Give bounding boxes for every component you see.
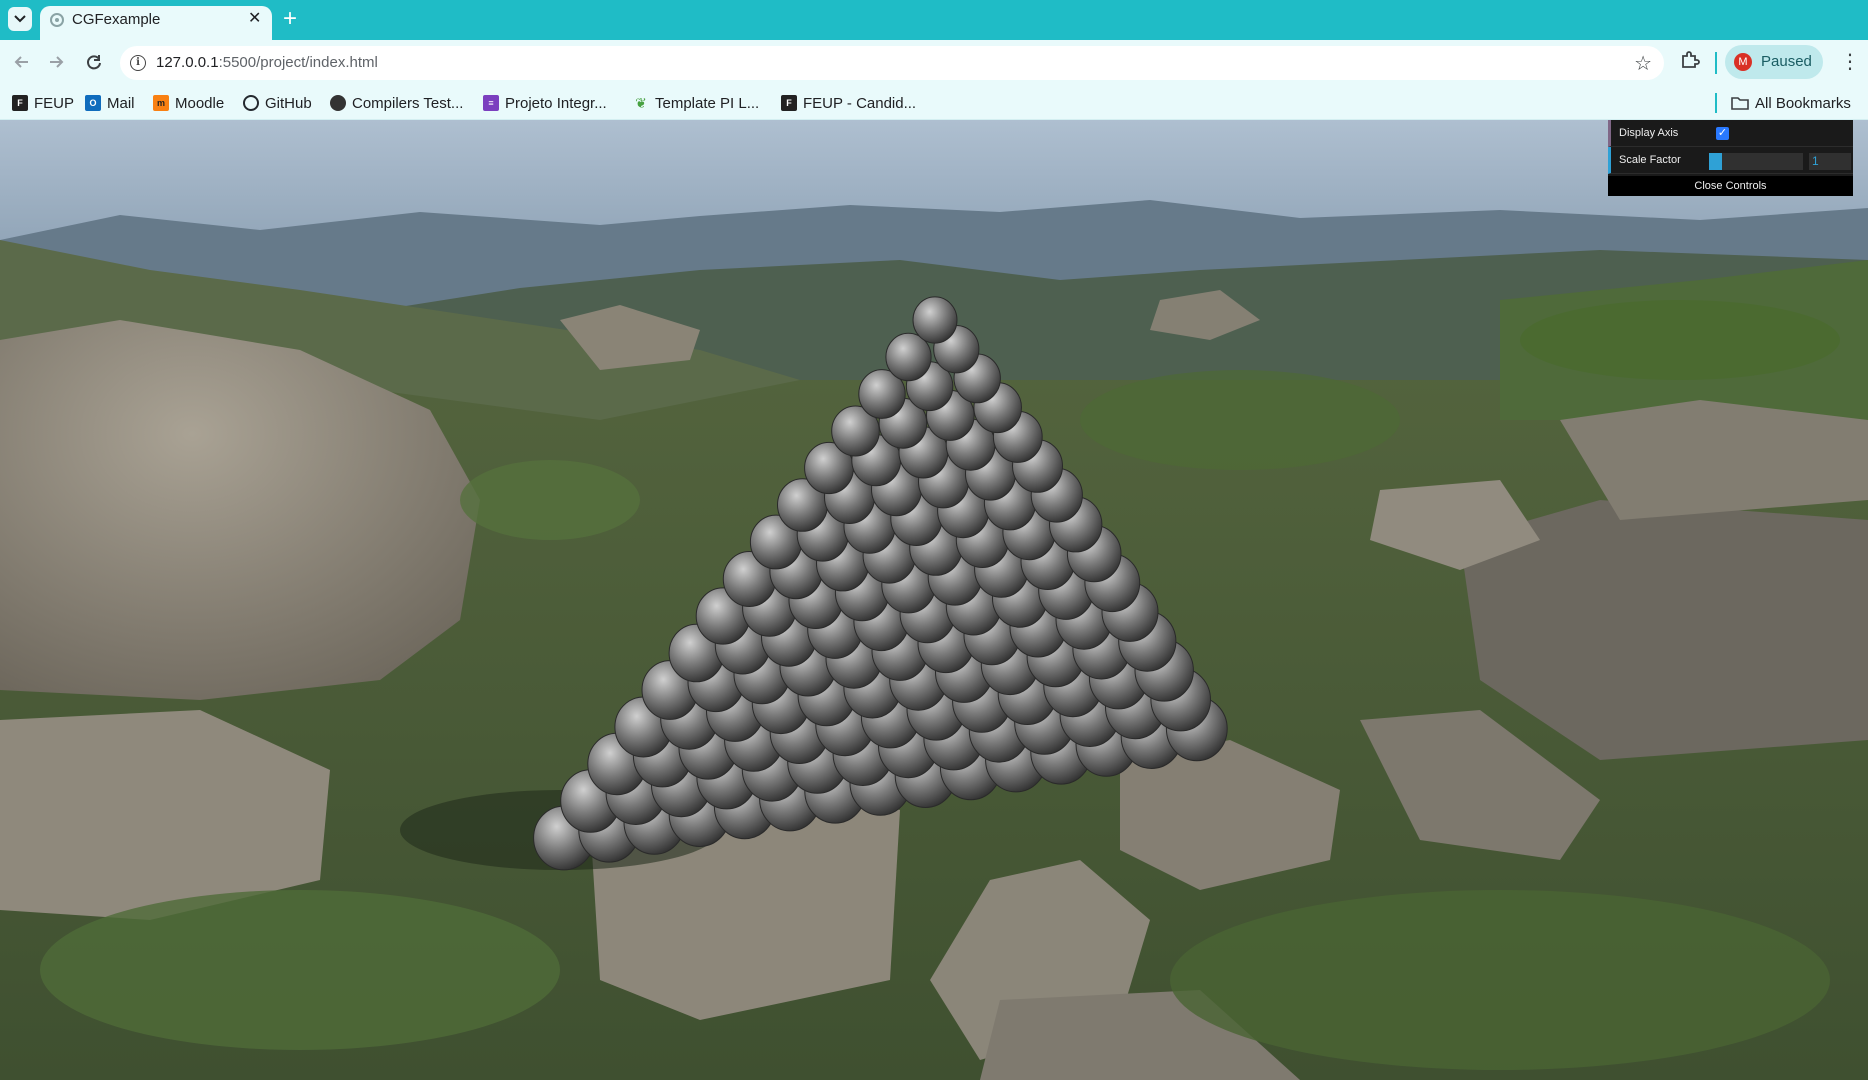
chevron-down-icon <box>14 15 26 23</box>
bookmarks-divider <box>1715 93 1717 113</box>
feup-logo-icon: F <box>781 95 797 111</box>
bookmark-feup[interactable]: F FEUP <box>12 93 74 113</box>
overleaf-icon: ❦ <box>633 95 649 111</box>
forward-arrow-icon[interactable] <box>46 52 66 76</box>
scale-factor-label: Scale Factor <box>1619 154 1681 166</box>
toolbar: i 127.0.0.1:5500/project/index.html ☆ M … <box>0 40 1868 86</box>
globe-icon <box>50 13 64 27</box>
close-icon[interactable]: ✕ <box>248 9 261 29</box>
bookmark-compilers[interactable]: Compilers Test... <box>330 93 463 113</box>
tab-search-button[interactable] <box>8 7 32 31</box>
puzzle-icon[interactable] <box>1680 50 1700 70</box>
bookmark-moodle[interactable]: m Moodle <box>153 93 224 113</box>
url-text: 127.0.0.1:5500/project/index.html <box>156 54 378 71</box>
bookmark-github[interactable]: GitHub <box>243 93 312 113</box>
more-vert-icon[interactable]: ⋮ <box>1840 50 1860 74</box>
new-tab-button[interactable]: + <box>283 5 297 33</box>
tab-title: CGFexample <box>72 11 161 28</box>
scale-factor-row: Scale Factor 1 <box>1608 147 1853 174</box>
display-axis-label: Display Axis <box>1619 127 1679 139</box>
rock-sphere <box>912 296 958 344</box>
purple-list-icon: ≡ <box>483 95 499 111</box>
feup-logo-icon: F <box>12 95 28 111</box>
bookmarks-bar: F FEUP O Mail m Moodle GitHub Compilers … <box>0 86 1868 120</box>
profile-status: Paused <box>1761 53 1812 70</box>
slider-fill <box>1709 153 1723 170</box>
close-controls-button[interactable]: Close Controls <box>1608 176 1853 196</box>
info-icon[interactable]: i <box>130 55 146 71</box>
scale-factor-slider[interactable] <box>1709 153 1803 170</box>
bookmark-feup-candid[interactable]: F FEUP - Candid... <box>781 93 916 113</box>
all-bookmarks-button[interactable]: All Bookmarks <box>1731 93 1851 113</box>
outlook-icon: O <box>85 95 101 111</box>
bookmark-template[interactable]: ❦ Template PI L... <box>633 93 759 113</box>
reload-icon[interactable] <box>84 52 104 76</box>
folder-icon <box>1731 97 1749 110</box>
display-axis-checkbox[interactable]: ✓ <box>1716 127 1729 140</box>
back-arrow-icon[interactable] <box>12 52 32 76</box>
moodle-icon: m <box>153 95 169 111</box>
bookmark-projeto[interactable]: ≡ Projeto Integr... <box>483 93 607 113</box>
github-icon <box>243 95 259 111</box>
display-axis-row[interactable]: Display Axis ✓ <box>1608 120 1853 147</box>
controls-panel: Display Axis ✓ Scale Factor 1 Close Cont… <box>1608 120 1853 196</box>
profile-button[interactable]: M Paused <box>1725 45 1823 79</box>
toolbar-divider <box>1715 52 1717 74</box>
webgl-canvas[interactable] <box>0 120 1868 1080</box>
address-bar[interactable]: i 127.0.0.1:5500/project/index.html ☆ <box>120 46 1664 80</box>
bookmark-mail[interactable]: O Mail <box>85 93 135 113</box>
star-icon[interactable]: ☆ <box>1634 51 1652 76</box>
scale-factor-input[interactable]: 1 <box>1809 153 1851 170</box>
tab-strip: CGFexample ✕ + <box>0 0 1868 40</box>
avatar: M <box>1734 53 1752 71</box>
circle-logo-icon <box>330 95 346 111</box>
